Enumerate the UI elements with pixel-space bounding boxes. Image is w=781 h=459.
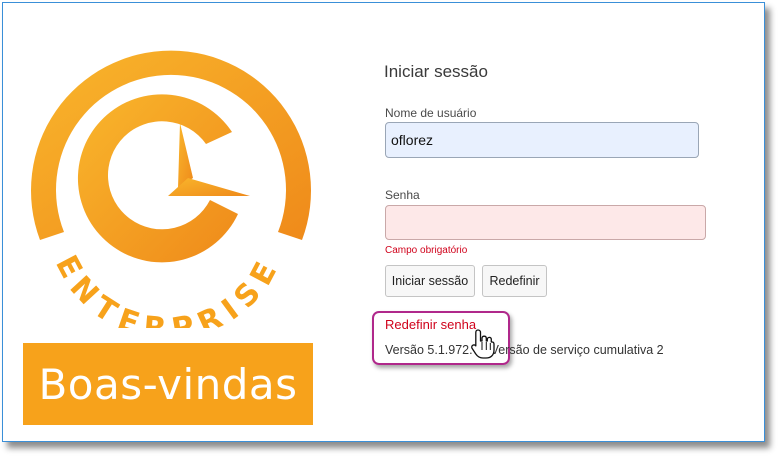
- password-label: Senha: [385, 188, 420, 202]
- outer-ring-shape: [30, 50, 311, 240]
- reset-password-link[interactable]: Redefinir senha: [385, 317, 476, 332]
- password-input[interactable]: [385, 205, 706, 240]
- welcome-banner: Boas-vindas: [23, 343, 313, 425]
- welcome-text: Boas-vindas: [38, 359, 298, 409]
- login-title: Iniciar sessão: [384, 62, 488, 81]
- username-label: Nome de usuário: [385, 106, 477, 120]
- required-field-error: Campo obrigatório: [385, 245, 468, 256]
- username-input[interactable]: oflorez: [385, 122, 699, 158]
- clock-hand-short: [178, 123, 193, 188]
- login-button[interactable]: Iniciar sessão: [385, 265, 475, 297]
- enterprise-logo: ENTERPRISE: [30, 50, 311, 328]
- reset-button[interactable]: Redefinir: [482, 265, 547, 297]
- username-value: oflorez: [391, 132, 434, 148]
- c-letter-shape: [77, 94, 238, 263]
- version-text: Versão 5.1.972.7 - Versão de serviço cum…: [385, 343, 664, 357]
- hand-cursor-icon: [471, 329, 495, 359]
